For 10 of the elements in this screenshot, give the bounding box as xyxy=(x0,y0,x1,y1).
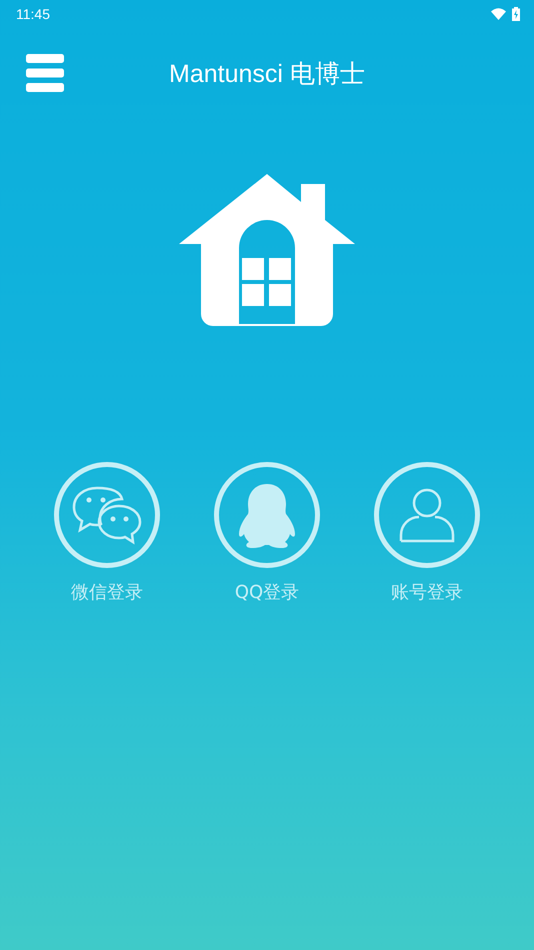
menu-icon xyxy=(26,54,64,92)
status-time: 11:45 xyxy=(16,6,50,22)
chat-bubbles-icon xyxy=(71,484,143,546)
person-icon xyxy=(398,487,456,543)
menu-button[interactable] xyxy=(26,54,64,92)
house-icon xyxy=(179,174,355,326)
wifi-icon xyxy=(491,8,506,20)
app-title: Mantunsci 电博士 xyxy=(169,60,365,88)
penguin-icon xyxy=(236,482,298,548)
battery-icon xyxy=(512,7,520,21)
